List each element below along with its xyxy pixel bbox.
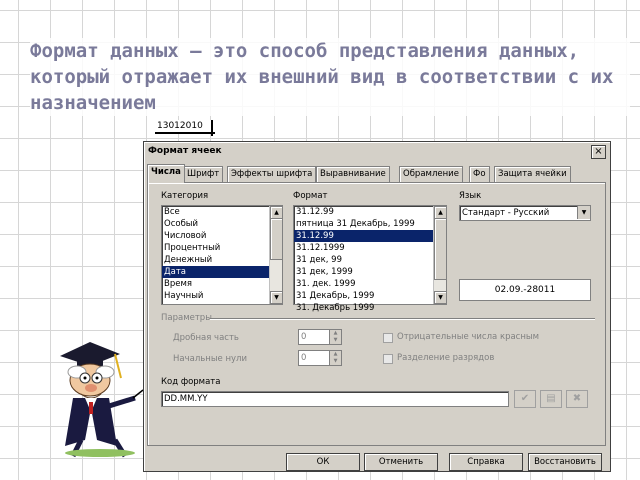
tab-background[interactable]: Фо bbox=[469, 166, 490, 182]
list-item[interactable]: Время bbox=[162, 278, 282, 290]
list-item[interactable]: Денежный bbox=[162, 254, 282, 266]
spin-arrows[interactable]: ▲ ▼ bbox=[329, 330, 341, 344]
tab-borders[interactable]: Обрамление bbox=[399, 166, 463, 182]
help-button[interactable]: Справка bbox=[449, 453, 523, 471]
category-label: Категория bbox=[161, 191, 209, 201]
format-label: Формат bbox=[293, 191, 328, 201]
list-item[interactable]: 31 Декабрь, 1999 bbox=[294, 290, 446, 302]
spin-arrows[interactable]: ▲ ▼ bbox=[329, 351, 341, 365]
list-item[interactable]: 31. дек. 1999 bbox=[294, 278, 446, 290]
tab-font[interactable]: Шрифт bbox=[183, 166, 224, 182]
tab-numbers[interactable]: Числа bbox=[147, 164, 185, 183]
negative-red-checkbox[interactable] bbox=[383, 333, 393, 343]
category-scrollbar[interactable]: ▲ ▼ bbox=[269, 206, 283, 304]
spreadsheet-cell-value: 13012010 bbox=[155, 120, 215, 134]
leading-zeros-stepper[interactable]: 0 ▲ ▼ bbox=[298, 350, 342, 366]
list-item[interactable]: Все bbox=[162, 206, 282, 218]
thousands-separator-checkbox[interactable] bbox=[383, 354, 393, 364]
chevron-down-icon[interactable]: ▼ bbox=[577, 206, 590, 219]
format-scrollbar[interactable]: ▲ ▼ bbox=[433, 206, 447, 304]
language-label: Язык bbox=[459, 191, 482, 201]
decimal-places-value: 0 bbox=[301, 332, 307, 342]
category-list[interactable]: Все Особый Числовой Процентный Денежный … bbox=[161, 205, 283, 305]
decimal-places-label: Дробная часть bbox=[173, 333, 239, 343]
format-list[interactable]: 31.12.99 пятница 31 Декабрь, 1999 31.12.… bbox=[293, 205, 447, 313]
leading-zeros-value: 0 bbox=[301, 353, 307, 363]
list-item-selected[interactable]: 31.12.99 bbox=[294, 230, 446, 242]
spin-up-icon[interactable]: ▲ bbox=[330, 330, 341, 337]
format-cells-dialog: Формат ячеек × Числа Шрифт Эффекты шрифт… bbox=[143, 141, 611, 472]
edit-comment-icon[interactable]: ▤ bbox=[540, 390, 562, 408]
close-button[interactable]: × bbox=[591, 145, 606, 159]
format-preview: 02.09.-28011 bbox=[459, 279, 591, 301]
list-item[interactable]: 31 дек, 1999 bbox=[294, 266, 446, 278]
scroll-thumb[interactable] bbox=[434, 218, 447, 280]
dialog-titlebar[interactable]: Формат ячеек × bbox=[146, 144, 608, 159]
negative-red-label: Отрицательные числа красным bbox=[397, 332, 540, 342]
list-item[interactable]: 31 дек, 99 bbox=[294, 254, 446, 266]
reset-button[interactable]: Восстановить bbox=[528, 453, 602, 471]
spin-down-icon[interactable]: ▼ bbox=[330, 337, 341, 344]
parameters-divider bbox=[210, 318, 595, 320]
slide-title: Формат данных – это способ представления… bbox=[30, 38, 630, 116]
dialog-title: Формат ячеек bbox=[148, 146, 222, 156]
format-code-input[interactable]: DD.MM.YY bbox=[161, 391, 509, 407]
scroll-thumb[interactable] bbox=[270, 218, 283, 260]
tab-font-effects[interactable]: Эффекты шрифта bbox=[227, 166, 317, 182]
thousands-separator-label: Разделение разрядов bbox=[397, 353, 495, 363]
tab-alignment[interactable]: Выравнивание bbox=[316, 166, 390, 182]
parameters-label: Параметры bbox=[161, 313, 212, 323]
language-value: Стандарт - Русский bbox=[462, 208, 550, 218]
language-select[interactable]: Стандарт - Русский ▼ bbox=[459, 205, 591, 221]
list-item[interactable]: Числовой bbox=[162, 230, 282, 242]
scroll-down-icon[interactable]: ▼ bbox=[434, 291, 447, 304]
professor-clipart bbox=[60, 342, 144, 458]
cell-border bbox=[211, 120, 213, 136]
list-item[interactable]: 31. Декабрь 1999 bbox=[294, 302, 446, 314]
list-item[interactable]: Процентный bbox=[162, 242, 282, 254]
format-code-label: Код формата bbox=[161, 377, 221, 387]
leading-zeros-label: Начальные нули bbox=[173, 354, 248, 364]
numbers-tab-panel: Категория Формат Язык Все Особый Числово… bbox=[147, 182, 606, 446]
ok-button[interactable]: ОК bbox=[286, 453, 360, 471]
list-item-selected[interactable]: Дата bbox=[162, 266, 282, 278]
list-item[interactable]: пятница 31 Декабрь, 1999 bbox=[294, 218, 446, 230]
list-item[interactable]: 31.12.99 bbox=[294, 206, 446, 218]
scroll-down-icon[interactable]: ▼ bbox=[270, 291, 283, 304]
list-item[interactable]: 31.12.1999 bbox=[294, 242, 446, 254]
check-icon[interactable]: ✔ bbox=[514, 390, 536, 408]
decimal-places-stepper[interactable]: 0 ▲ ▼ bbox=[298, 329, 342, 345]
spin-up-icon[interactable]: ▲ bbox=[330, 351, 341, 358]
list-item[interactable]: Особый bbox=[162, 218, 282, 230]
list-item[interactable]: Научный bbox=[162, 290, 282, 302]
delete-icon[interactable]: ✖ bbox=[566, 390, 588, 408]
cancel-button[interactable]: Отменить bbox=[364, 453, 438, 471]
spin-down-icon[interactable]: ▼ bbox=[330, 358, 341, 365]
tab-cell-protection[interactable]: Защита ячейки bbox=[494, 166, 571, 182]
